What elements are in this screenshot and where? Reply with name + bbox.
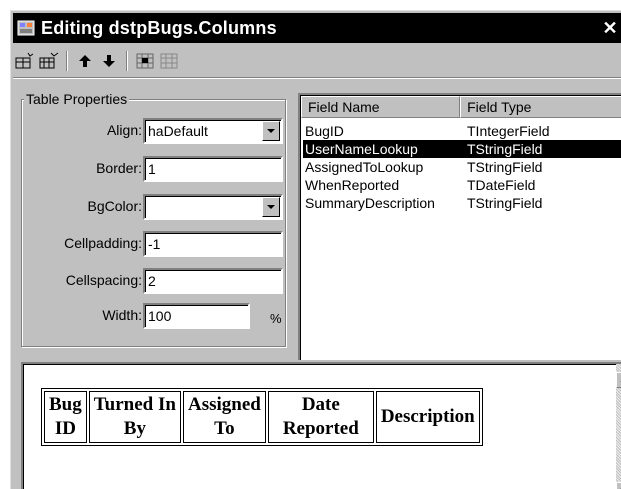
list-item[interactable]: BugID TIntegerField: [303, 122, 621, 140]
field-list[interactable]: Field Name Field Type BugID TIntegerFiel…: [298, 93, 621, 360]
add-field-button[interactable]: [13, 49, 37, 73]
grid-icon: [160, 53, 178, 69]
select-all-button[interactable]: [133, 49, 157, 73]
close-icon: ✕: [602, 17, 618, 38]
bgcolor-label: BgColor:: [87, 198, 142, 214]
list-item[interactable]: SummaryDescription TStringField: [303, 194, 621, 212]
width-unit: %: [270, 311, 282, 326]
move-up-button[interactable]: [73, 49, 97, 73]
field-name: BugID: [305, 123, 344, 139]
cellpadding-row: Cellpadding: -1: [22, 231, 287, 257]
preview-header-cell: Turned In By: [88, 391, 181, 443]
field-type: TDateField: [467, 177, 536, 193]
app-icon: [15, 17, 37, 39]
cellspacing-label: Cellspacing:: [65, 272, 142, 288]
html-preview-panel: Bug ID Turned In By Assigned To Date Reporte…: [21, 362, 621, 489]
field-name: AssignedToLookup: [305, 159, 424, 175]
align-label: Align:: [106, 122, 142, 138]
cellspacing-row: Cellspacing: 2: [22, 268, 287, 294]
border-row: Border: 1: [22, 156, 287, 182]
preview-table: Bug ID Turned In By Assigned To Date Reporte…: [41, 388, 483, 446]
width-row: Width: 100 %: [22, 303, 287, 329]
title-bar[interactable]: Editing dstpBugs.Columns ✕: [13, 13, 621, 43]
field-type: TStringField: [467, 195, 543, 211]
preview-header-cell: Date Reported: [267, 391, 374, 443]
add-all-fields-icon: [39, 52, 59, 69]
preview-header-cell: Description: [375, 391, 480, 443]
preview-scrollbar[interactable]: [616, 364, 621, 489]
column-header-field-type[interactable]: Field Type: [460, 96, 621, 118]
bgcolor-dropdown-button[interactable]: [262, 197, 280, 217]
field-name: WhenReported: [305, 177, 400, 193]
group-label: Table Properties: [24, 91, 130, 107]
scroll-down-button[interactable]: [616, 482, 621, 489]
move-down-icon: [103, 55, 115, 67]
preview-header-cell: Assigned To: [182, 391, 266, 443]
field-type: TIntegerField: [467, 123, 550, 139]
toolbar-separator: [66, 51, 68, 71]
cellspacing-field[interactable]: 2: [143, 268, 283, 294]
field-name: SummaryDescription: [305, 195, 435, 211]
scroll-up-button[interactable]: [616, 372, 621, 388]
border-field[interactable]: 1: [143, 156, 283, 182]
bgcolor-select[interactable]: [143, 194, 283, 220]
toolbar: [13, 47, 621, 75]
column-editor-window: Editing dstpBugs.Columns ✕ Table Propert…: [10, 10, 621, 489]
width-label: Width:: [102, 307, 142, 323]
move-up-icon: [79, 55, 91, 67]
table-properties-group: Table Properties Align: haDefault Border…: [21, 91, 287, 347]
cellpadding-field[interactable]: -1: [143, 231, 283, 257]
chevron-down-icon: [267, 128, 275, 133]
field-name: UserNameLookup: [305, 141, 418, 157]
list-item[interactable]: WhenReported TDateField: [303, 176, 621, 194]
align-value: haDefault: [148, 123, 208, 139]
cellpadding-label: Cellpadding:: [64, 235, 142, 251]
align-dropdown-button[interactable]: [262, 121, 280, 141]
toolbar-separator: [126, 51, 128, 71]
border-label: Border:: [96, 160, 142, 176]
list-item[interactable]: AssignedToLookup TStringField: [303, 158, 621, 176]
close-button[interactable]: ✕: [599, 17, 621, 39]
field-rows: BugID TIntegerField UserNameLookup TStri…: [303, 122, 621, 212]
add-all-fields-button[interactable]: [37, 49, 61, 73]
preview-header-row: Bug ID Turned In By Assigned To Date Reporte…: [44, 391, 480, 443]
align-row: Align: haDefault: [22, 118, 287, 144]
toolbar-divider: [13, 77, 621, 79]
preview-header-cell: Bug ID: [44, 391, 87, 443]
list-item-selected[interactable]: UserNameLookup TStringField: [303, 140, 621, 158]
field-type: TStringField: [467, 159, 543, 175]
column-header-field-name[interactable]: Field Name: [301, 96, 461, 118]
grid-button[interactable]: [157, 49, 181, 73]
chevron-down-icon: [267, 204, 275, 209]
width-field[interactable]: 100: [143, 303, 250, 329]
select-all-icon: [136, 53, 154, 69]
align-select[interactable]: haDefault: [143, 118, 283, 144]
move-down-button[interactable]: [97, 49, 121, 73]
field-type: TStringField: [467, 141, 543, 157]
add-field-icon: [15, 52, 34, 69]
bgcolor-row: BgColor:: [22, 194, 287, 220]
window-title: Editing dstpBugs.Columns: [41, 17, 277, 38]
field-list-header: Field Name Field Type: [301, 96, 621, 118]
